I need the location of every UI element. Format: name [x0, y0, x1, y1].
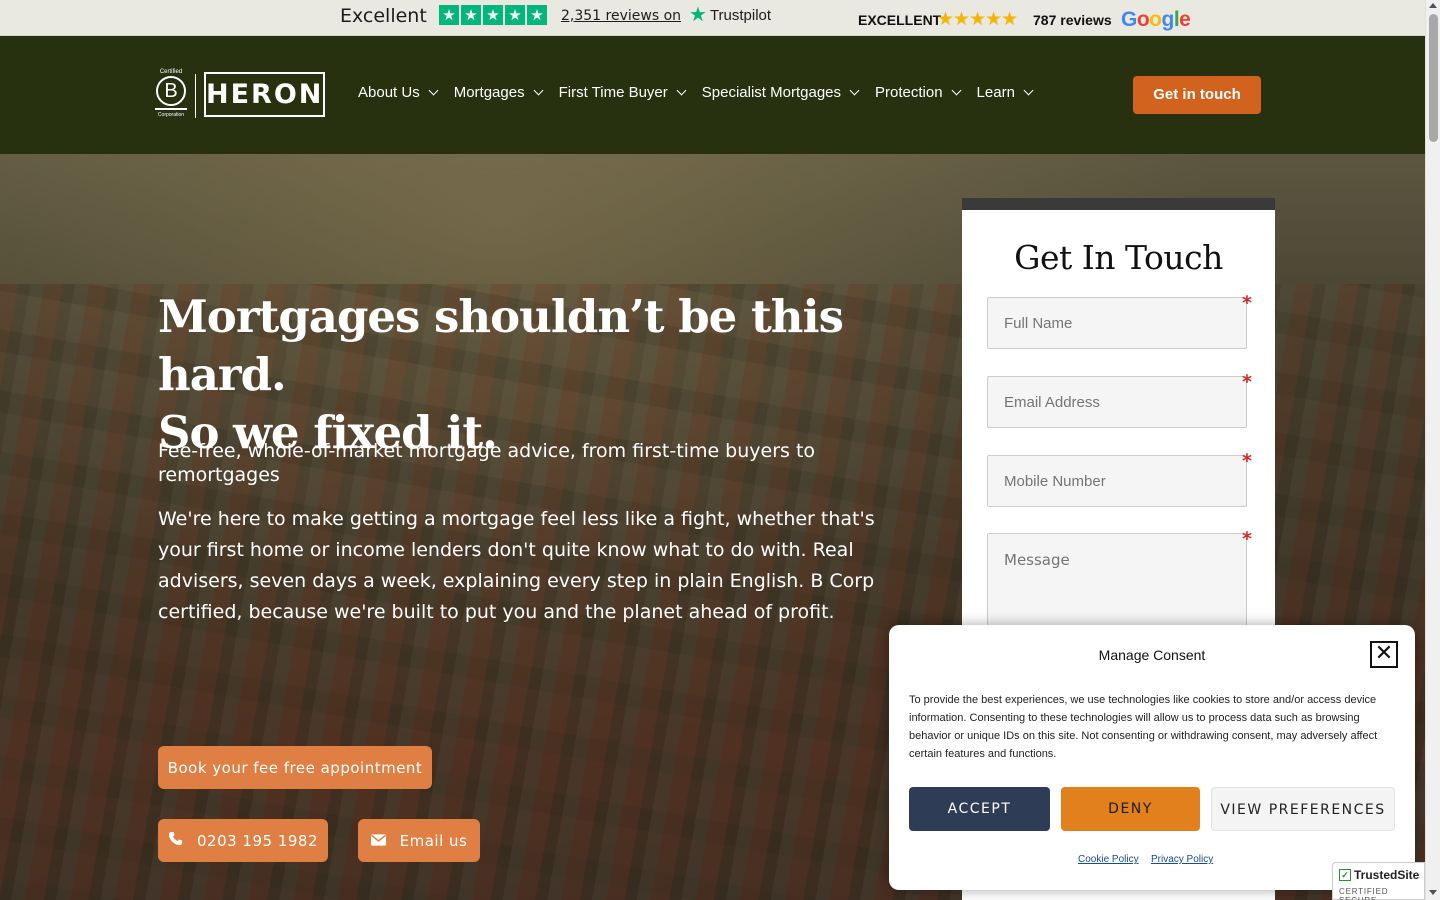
email-us-button[interactable]: Email us: [358, 819, 480, 862]
chevron-down-icon: [951, 85, 961, 96]
required-marker: *: [1242, 371, 1252, 393]
bcorp-logo: Certified B Corporation: [155, 69, 187, 118]
google-letter: e: [1179, 8, 1191, 31]
full-name-field[interactable]: [987, 297, 1247, 349]
nav-item-protection[interactable]: Protection: [875, 84, 961, 101]
envelope-icon: [370, 832, 386, 850]
bcorp-letter: B: [156, 76, 186, 106]
star-icon: ★: [527, 5, 547, 25]
google-letter: G: [1121, 8, 1137, 31]
scroll-down-arrow-icon[interactable]: [1429, 890, 1437, 895]
trustpilot-rating-word: Excellent: [340, 5, 427, 27]
nav-label: Specialist Mortgages: [701, 84, 841, 101]
nav-item-about-us[interactable]: About Us: [358, 84, 439, 101]
form-title: Get In Touch: [1014, 238, 1223, 277]
star-icon: ★: [439, 5, 459, 25]
google-logo: Google: [1121, 8, 1191, 32]
google-rating-word: EXCELLENT: [858, 12, 942, 28]
nav-label: Protection: [875, 84, 943, 101]
check-icon: ✓: [1339, 869, 1351, 881]
google-letter: g: [1161, 8, 1175, 31]
bcorp-rule: [155, 108, 187, 110]
star-icon: ★: [461, 5, 481, 25]
site-header: Certified B Corporation HERON About Us M…: [0, 36, 1425, 154]
nav-label: Learn: [976, 84, 1015, 101]
consent-title: Manage Consent: [1098, 647, 1206, 663]
trustpilot-star-icon: ★: [689, 4, 707, 26]
chevron-down-icon: [428, 85, 439, 96]
privacy-policy-link[interactable]: Privacy Policy: [1151, 854, 1213, 865]
google-letter: o: [1149, 8, 1162, 31]
cookie-policy-link[interactable]: Cookie Policy: [1078, 854, 1139, 865]
nav-label: About Us: [358, 84, 420, 101]
google-stars: ★★★★★: [937, 8, 1018, 30]
mobile-number-field[interactable]: [987, 455, 1247, 507]
page-scrollbar[interactable]: [1425, 0, 1440, 900]
google-reviews-count[interactable]: 787 reviews: [1033, 12, 1112, 28]
star-icon: ★: [483, 5, 503, 25]
trustedsite-subtitle: CERTIFIED SECURE: [1339, 887, 1389, 900]
email-field[interactable]: [987, 376, 1247, 428]
trustedsite-name: TrustedSite: [1354, 868, 1420, 882]
nav-item-mortgages[interactable]: Mortgages: [453, 84, 544, 101]
logo-divider: [195, 74, 196, 118]
required-marker: *: [1242, 450, 1252, 472]
required-marker: *: [1242, 292, 1252, 314]
consent-description: To provide the best experiences, we use …: [909, 694, 1378, 760]
chevron-down-icon: [849, 85, 860, 96]
trustpilot-stars: ★ ★ ★ ★ ★: [439, 5, 547, 25]
book-appointment-button[interactable]: Book your fee free appointment: [158, 746, 432, 789]
chevron-down-icon: [1023, 85, 1034, 96]
chevron-down-icon: [533, 85, 544, 96]
nav-item-first-time-buyer[interactable]: First Time Buyer: [558, 84, 687, 101]
close-icon[interactable]: ✕: [1370, 641, 1398, 668]
nav-item-specialist-mortgages[interactable]: Specialist Mortgages: [701, 84, 860, 101]
hero-title: Mortgages shouldn’t be this hard. So we …: [158, 288, 918, 462]
view-preferences-button[interactable]: VIEW PREFERENCES: [1211, 787, 1395, 831]
deny-button[interactable]: DENY: [1061, 787, 1200, 831]
bcorp-corporation-text: Corporation: [157, 112, 185, 118]
accept-button[interactable]: ACCEPT: [909, 787, 1050, 831]
trustedsite-badge[interactable]: ✓ TrustedSite CERTIFIED SECURE: [1332, 862, 1425, 900]
book-appointment-label: Book your fee free appointment: [167, 758, 423, 777]
phone-number: 0203 195 1982: [196, 831, 318, 850]
nav-label: Mortgages: [453, 84, 525, 101]
phone-icon: [168, 831, 183, 850]
main-nav: About Us Mortgages First Time Buyer Spec…: [358, 84, 1049, 101]
trustpilot-brand: Trustpilot: [709, 6, 772, 24]
trustpilot-reviews-link[interactable]: 2,351 reviews on: [561, 8, 681, 24]
email-us-label: Email us: [399, 831, 468, 850]
heron-logo[interactable]: HERON: [204, 72, 325, 117]
bcorp-certified-text: Certified: [159, 69, 183, 75]
get-in-touch-button[interactable]: Get in touch: [1133, 76, 1261, 114]
scroll-thumb[interactable]: [1429, 14, 1438, 142]
phone-button[interactable]: 0203 195 1982: [158, 819, 328, 862]
hero-title-line-1: Mortgages shouldn’t be this hard.: [158, 290, 844, 401]
star-icon: ★: [505, 5, 525, 25]
trustpilot-logo[interactable]: ★ Trustpilot: [689, 5, 771, 25]
nav-label: First Time Buyer: [558, 84, 668, 101]
chevron-down-icon: [676, 85, 687, 96]
trustedsite-title: ✓ TrustedSite: [1339, 868, 1419, 882]
required-marker: *: [1242, 528, 1252, 550]
google-letter: o: [1136, 8, 1150, 31]
cookie-consent-dialog: Manage Consent ✕ To provide the best exp…: [889, 625, 1415, 890]
review-bar: Excellent ★ ★ ★ ★ ★ 2,351 reviews on ★ T…: [0, 0, 1425, 36]
hero-body-text: We're here to make getting a mortgage fe…: [158, 508, 875, 623]
nav-item-learn[interactable]: Learn: [976, 84, 1034, 101]
scroll-up-arrow-icon[interactable]: [1429, 3, 1437, 8]
hero-subtitle: Fee-free, whole-of-market mortgage advic…: [158, 440, 816, 486]
